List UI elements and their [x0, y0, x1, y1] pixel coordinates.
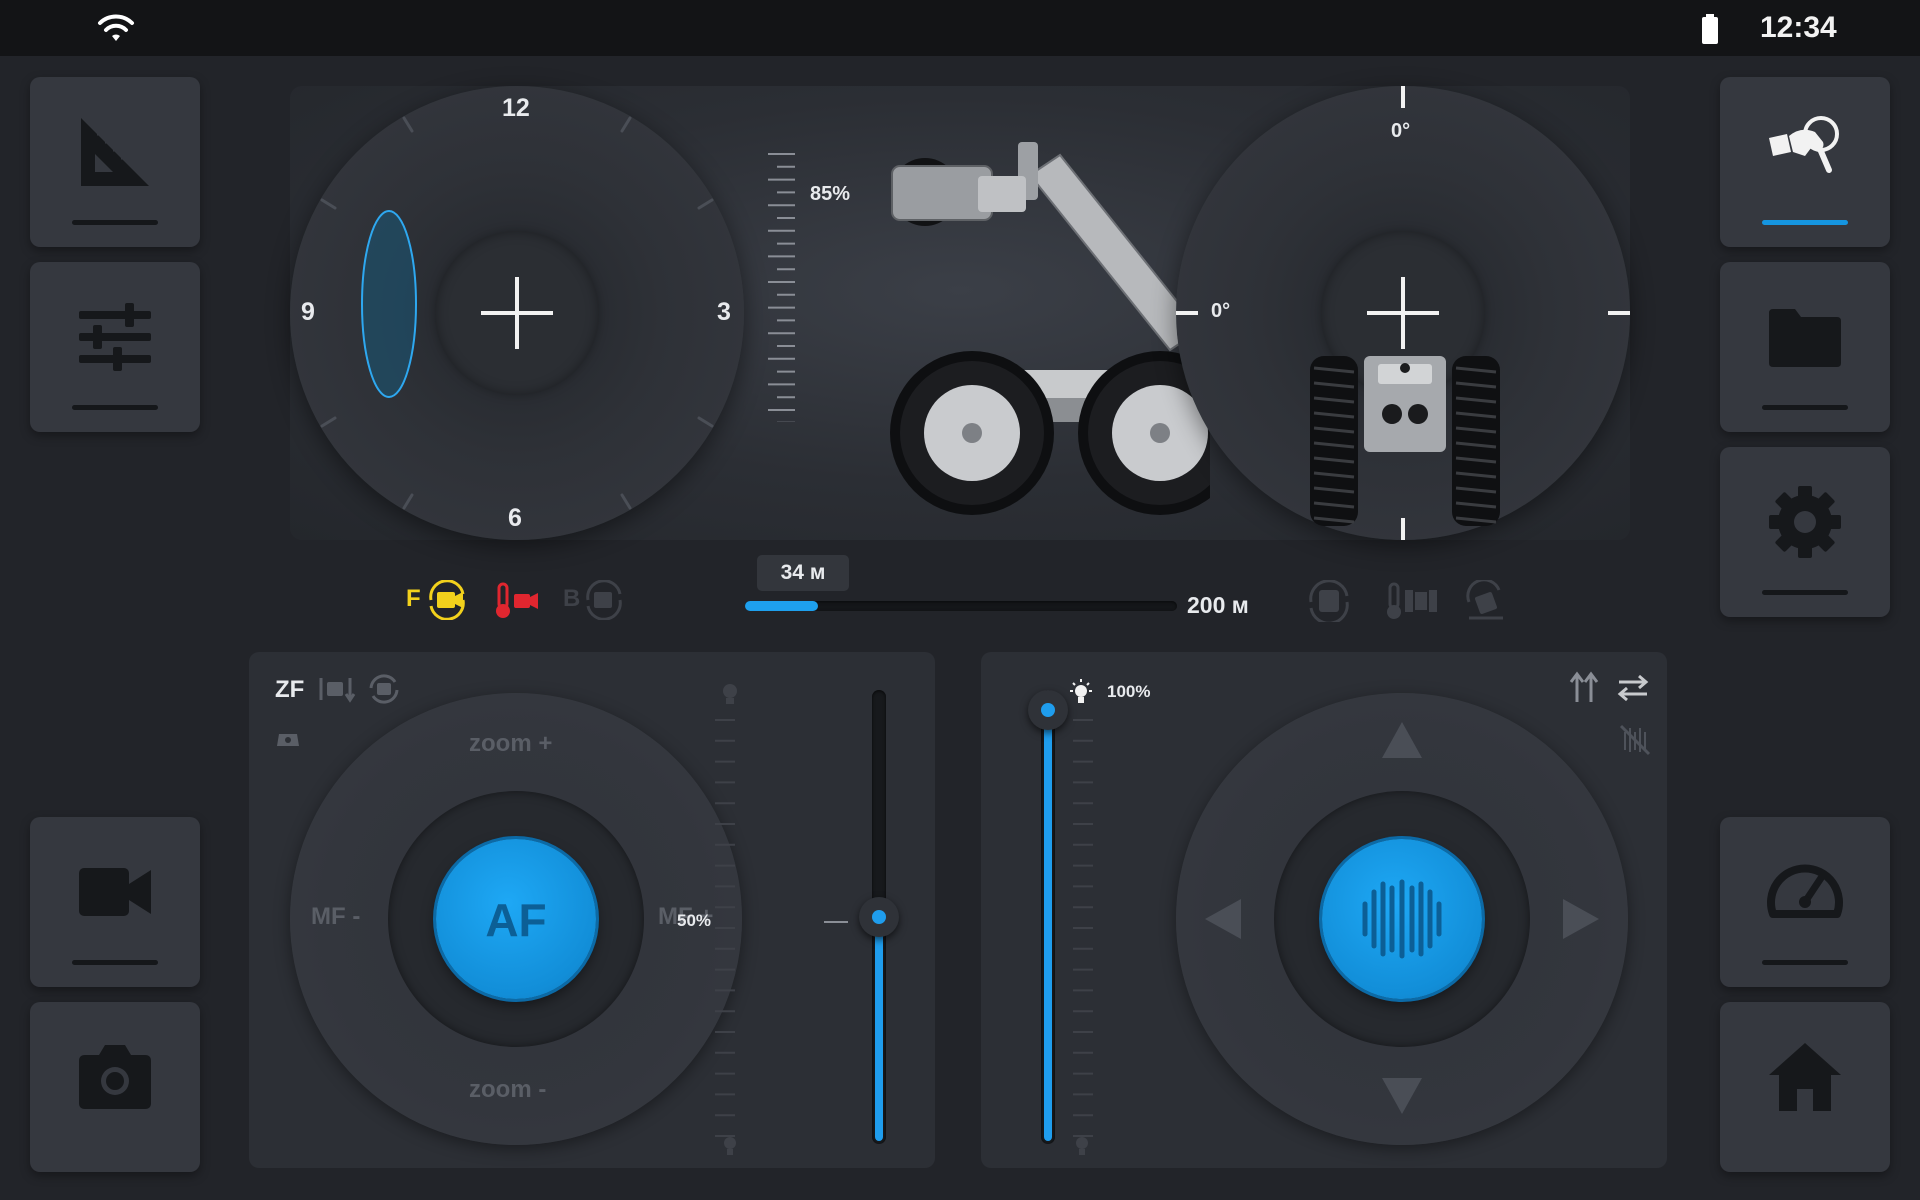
- vibration-off-icon[interactable]: [1619, 724, 1651, 756]
- home-button[interactable]: [1720, 1002, 1890, 1172]
- crosshair-icon: [481, 277, 553, 349]
- speed-button[interactable]: [1720, 817, 1890, 987]
- video-record-button[interactable]: [30, 817, 200, 987]
- light-bright-icon: [1070, 679, 1092, 703]
- light-dim-icon: [1076, 1137, 1088, 1155]
- dial-label-9: 9: [301, 298, 315, 326]
- cable-reel-icon: [1362, 879, 1442, 959]
- roll-top-angle: 0°: [1391, 120, 1411, 142]
- button-underline: [1762, 405, 1848, 410]
- move-backward-button[interactable]: [1380, 1076, 1424, 1116]
- focus-minus-button[interactable]: MF -: [311, 903, 360, 931]
- light-scale-right: [1073, 719, 1093, 1137]
- zoom-out-button[interactable]: zoom -: [469, 1076, 546, 1104]
- button-underline: [72, 960, 158, 965]
- button-underline-active: [1762, 220, 1848, 225]
- drive-stop-button[interactable]: [1322, 839, 1482, 999]
- drive-light-slider-fill: [1044, 707, 1052, 1141]
- camera-control-panel: ZF zoom + zoom - MF - MF + AF 50%: [249, 652, 935, 1168]
- cable-progress-bar: [745, 601, 1177, 611]
- home-icon: [1769, 1043, 1841, 1111]
- swap-direction-icon[interactable]: [1617, 674, 1649, 702]
- back-camera-label: B: [563, 585, 581, 612]
- light-value-marker: [824, 921, 848, 923]
- zoom-in-button[interactable]: zoom +: [469, 730, 552, 758]
- dial-label-6: 6: [508, 504, 522, 532]
- cable-progress-fill: [745, 601, 819, 611]
- tilt-scale: [768, 153, 795, 422]
- crawler-rotate-icon[interactable]: [1305, 580, 1353, 622]
- files-button[interactable]: [1720, 262, 1890, 432]
- speedometer-icon: [1767, 864, 1843, 918]
- drive-light-slider-knob[interactable]: [1028, 690, 1068, 730]
- drive-light-value: 100%: [1107, 682, 1151, 701]
- set-square-ruler-icon: [81, 118, 149, 186]
- cable-total-length: 200 м: [1187, 592, 1249, 618]
- dial-label-12: 12: [502, 94, 530, 122]
- dial-label-3: 3: [717, 298, 731, 326]
- autofocus-label: AF: [485, 894, 547, 946]
- roll-left-angle: 0°: [1211, 300, 1231, 322]
- crawler-tilt-icon: [1466, 580, 1503, 620]
- adjustments-button[interactable]: [30, 262, 200, 432]
- folder-icon: [1769, 309, 1841, 367]
- camera-rotation-dial[interactable]: 12 3 6 9: [290, 86, 744, 540]
- camera-light-slider-fill: [875, 924, 883, 1141]
- photo-camera-icon: [79, 1045, 151, 1109]
- settings-button[interactable]: [1720, 447, 1890, 617]
- camera-light-slider-knob[interactable]: [859, 897, 899, 937]
- battery-icon: [1702, 14, 1718, 44]
- camera-sync-icon[interactable]: [367, 672, 401, 706]
- parallel-move-icon[interactable]: [1569, 670, 1599, 704]
- manipulator-control-button[interactable]: [1720, 77, 1890, 247]
- crawler-front-view: [1310, 356, 1500, 526]
- front-camera-rotate-icon[interactable]: [425, 580, 470, 620]
- light-bright-icon: [723, 684, 737, 704]
- camera-orientation-indicator: [361, 210, 417, 398]
- roll-dial[interactable]: 0° 0°: [1176, 86, 1630, 540]
- button-underline: [1762, 960, 1848, 965]
- drive-light-slider-track[interactable]: [1041, 690, 1055, 1144]
- crawler-temperature-icon: [1387, 582, 1437, 619]
- button-underline: [1762, 590, 1848, 595]
- sliders-icon: [79, 303, 151, 371]
- camera-head-icon: [277, 734, 299, 746]
- measure-button[interactable]: [30, 77, 200, 247]
- status-bar: 12:34: [0, 0, 1920, 56]
- front-camera-label: F: [406, 585, 421, 612]
- cable-current-length: 34 м: [757, 555, 849, 591]
- turn-right-button[interactable]: [1561, 897, 1601, 941]
- video-camera-icon: [79, 868, 151, 916]
- photo-button[interactable]: [30, 1002, 200, 1172]
- autofocus-button[interactable]: AF: [436, 839, 596, 999]
- hand-joystick-icon: [1769, 116, 1839, 173]
- button-underline: [72, 405, 158, 410]
- wifi-icon: [98, 14, 134, 41]
- crawler-side-view: [890, 142, 1210, 515]
- tilt-percent: 85%: [810, 183, 851, 205]
- light-scale-left: [715, 719, 735, 1137]
- button-underline: [72, 220, 158, 225]
- move-forward-button[interactable]: [1380, 720, 1424, 760]
- focus-distance-icon[interactable]: [319, 674, 357, 704]
- camera-light-value: 50%: [677, 911, 712, 930]
- zoom-focus-mode-label: ZF: [275, 676, 305, 703]
- camera-temperature-icon: [496, 582, 538, 618]
- drive-control-panel: 100%: [981, 652, 1667, 1168]
- clock: 12:34: [1760, 11, 1837, 44]
- back-camera-rotate-icon[interactable]: [582, 580, 627, 620]
- turn-left-button[interactable]: [1203, 897, 1243, 941]
- gear-icon: [1769, 486, 1841, 558]
